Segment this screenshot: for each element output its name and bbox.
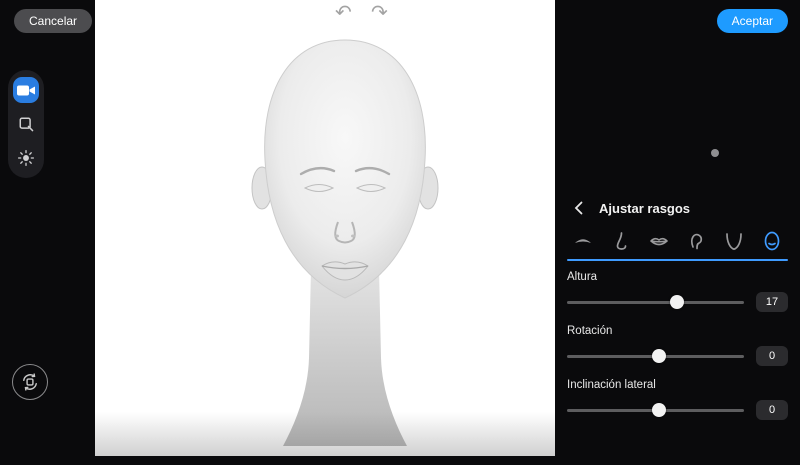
slider-value: 0 xyxy=(756,346,788,366)
crop-icon xyxy=(17,115,35,133)
tab-ears[interactable] xyxy=(683,229,709,253)
height-slider[interactable] xyxy=(567,295,744,309)
slider-value: 17 xyxy=(756,292,788,312)
tab-nose[interactable] xyxy=(608,229,634,253)
head-icon xyxy=(761,230,783,252)
slider-label: Inclinación lateral xyxy=(567,379,656,391)
chevron-left-icon xyxy=(574,201,583,215)
rotate-icon xyxy=(20,372,40,392)
lateral-tilt-slider[interactable] xyxy=(567,403,744,417)
panel-title: Ajustar rasgos xyxy=(599,200,691,216)
camera-tool[interactable] xyxy=(13,77,39,103)
adjust-features-panel: Ajustar rasgos Altura 17 Rotación 0 Incl… xyxy=(555,185,800,465)
slider-label: Rotación xyxy=(567,325,613,337)
avatar-editor: Cancelar Aceptar ↶ ↷ Ajustar rasgos Altu… xyxy=(0,0,800,465)
jaw-icon xyxy=(723,230,745,252)
slider-value: 0 xyxy=(756,400,788,420)
brightness-tool[interactable] xyxy=(13,145,39,171)
camera-icon xyxy=(16,83,36,98)
cancel-button[interactable]: Cancelar xyxy=(14,9,93,33)
slider-thumb[interactable] xyxy=(669,295,684,309)
undo-button[interactable]: ↶ xyxy=(335,2,352,22)
back-button[interactable] xyxy=(567,197,589,219)
floor-shadow xyxy=(95,412,555,456)
lateral-tilt-slider-group: Inclinación lateral 0 xyxy=(567,379,788,420)
eyebrow-icon xyxy=(572,230,594,252)
crop-tool[interactable] xyxy=(13,111,39,137)
slider-track[interactable] xyxy=(567,301,744,304)
tab-head[interactable] xyxy=(759,229,785,253)
left-toolbar xyxy=(8,70,44,178)
slider-label: Altura xyxy=(567,271,598,283)
panel-header: Ajustar rasgos xyxy=(567,197,788,219)
tab-eyebrows[interactable] xyxy=(570,229,596,253)
reset-rotation-button[interactable] xyxy=(12,364,48,400)
slider-thumb[interactable] xyxy=(652,403,667,417)
rotation-slider-group: Rotación 0 xyxy=(567,325,788,366)
redo-button[interactable]: ↷ xyxy=(371,2,388,22)
rotation-slider[interactable] xyxy=(567,349,744,363)
tab-lips[interactable] xyxy=(646,229,672,253)
head-model xyxy=(225,28,465,448)
height-slider-group: Altura 17 xyxy=(567,271,788,312)
ear-icon xyxy=(685,230,707,252)
slider-thumb[interactable] xyxy=(652,349,667,363)
accept-button[interactable]: Aceptar xyxy=(716,9,788,33)
lips-icon xyxy=(648,230,670,252)
feature-tabs xyxy=(567,229,788,253)
model-canvas[interactable]: ↶ ↷ xyxy=(95,0,555,456)
tab-underline xyxy=(567,259,788,261)
tab-jaw[interactable] xyxy=(721,229,747,253)
brightness-icon xyxy=(17,149,35,167)
nose-icon xyxy=(610,230,632,252)
scroll-indicator-dot xyxy=(711,149,719,157)
